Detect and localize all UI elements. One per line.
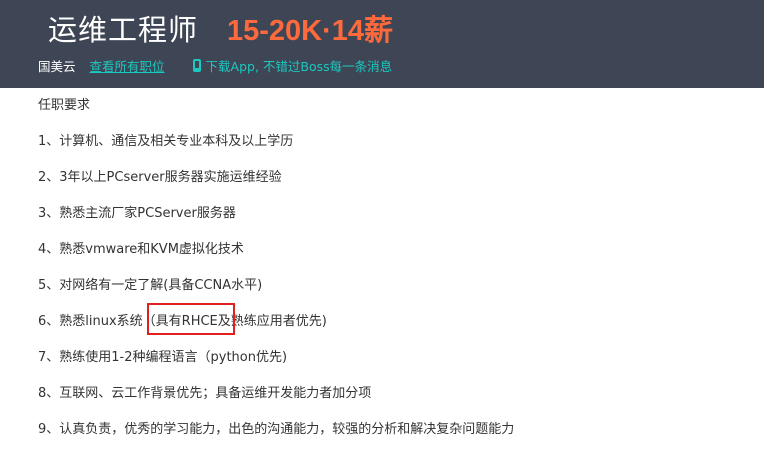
requirement-item: 2、3年以上PCserver服务器实施运维经验 [38,170,282,185]
requirement-item: 1、计算机、通信及相关专业本科及以上学历 [38,134,294,149]
meta-row: 国美云 查看所有职位 下载App, 不错过Boss每一条消息 [38,55,392,75]
requirements-list: 1、计算机、通信及相关专业本科及以上学历 2、3年以上PCserver服务器实施… [38,132,738,456]
download-app-label: 下载App, 不错过Boss每一条消息 [205,58,393,74]
requirement-item: 6、熟悉linux系统（具有RHCE及熟练应用者优先) [38,314,327,329]
requirement-item: 3、熟悉主流厂家PCServer服务器 [38,206,236,221]
job-description: 任职要求 1、计算机、通信及相关专业本科及以上学历 2、3年以上PCserver… [38,96,738,456]
requirement-item: 4、熟悉vmware和KVM虚拟化技术 [38,242,244,257]
requirement-item: 9、认真负责，优秀的学习能力，出色的沟通能力，较强的分析和解决复杂问题能力 [38,422,515,437]
requirement-item: 8、互联网、云工作背景优先；具备运维开发能力者加分项 [38,386,372,401]
requirement-item: 7、熟练使用1-2种编程语言（python优先) [38,350,288,365]
phone-icon [192,58,201,72]
salary: 15-20K·14薪 [227,15,394,47]
requirements-heading: 任职要求 [38,98,91,113]
download-app-link[interactable]: 下载App, 不错过Boss每一条消息 [192,56,393,75]
view-all-jobs-link[interactable]: 查看所有职位 [90,56,165,75]
requirement-item: 5、对网络有一定了解(具备CCNA水平) [38,278,263,293]
company-name: 国美云 [38,58,76,74]
job-title: 运维工程师 [48,13,199,47]
title-row: 运维工程师 15-20K·14薪 [48,6,393,50]
job-header: 运维工程师 15-20K·14薪 国美云 查看所有职位 下载App, 不错过Bo… [0,0,764,88]
